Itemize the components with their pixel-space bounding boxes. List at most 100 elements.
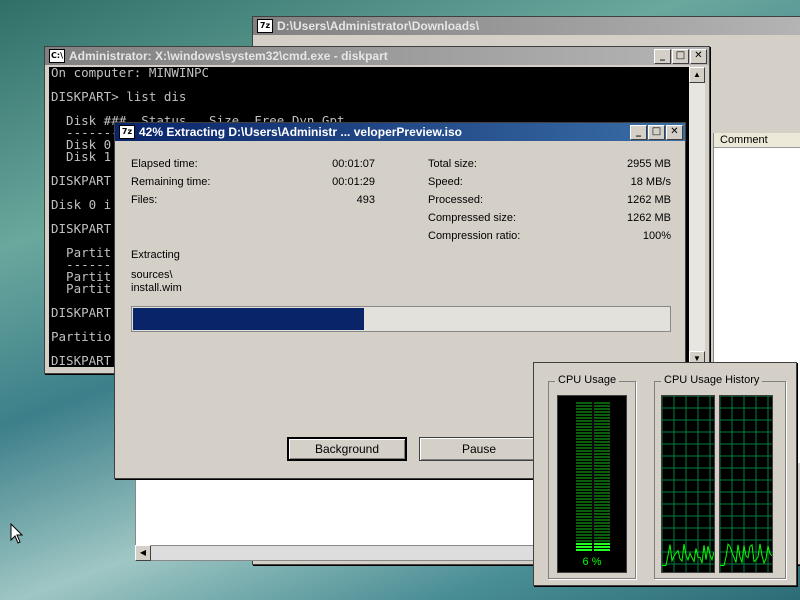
cpu-meter-segment <box>576 459 592 461</box>
pause-button[interactable]: Pause <box>419 437 539 461</box>
cpu-meter-segment <box>576 402 592 404</box>
cpu-meter-segment <box>594 456 610 458</box>
current-path: sources\ <box>131 269 173 281</box>
cpu-meter-segment <box>576 429 592 431</box>
cpu-history-line <box>720 542 772 566</box>
cpu-meter-segment <box>576 537 592 539</box>
cpu-meter-segment <box>576 423 592 425</box>
progress-fill <box>133 308 365 330</box>
cpu-meter-segment <box>576 465 592 467</box>
mouse-cursor-icon <box>10 523 24 544</box>
cpu-meter-segment <box>576 417 592 419</box>
cpu-meter-segment <box>576 441 592 443</box>
cpu-meter-segment <box>594 423 610 425</box>
cpu-meter-column <box>594 402 610 552</box>
cpu-meter-segment <box>594 402 610 404</box>
progress-bar <box>131 306 671 332</box>
cpu-meter-column <box>576 402 592 552</box>
cpu-meter-segment <box>594 510 610 512</box>
comment-column-header[interactable]: Comment <box>714 133 800 148</box>
cpu-meter-segment <box>594 405 610 407</box>
cpu-meter-segment <box>594 420 610 422</box>
maximize-button[interactable]: □ <box>672 48 689 64</box>
cpu-meter-segment <box>576 432 592 434</box>
cmd-vertical-scrollbar[interactable]: ▲ ▼ <box>689 67 705 367</box>
cpu-meter-segment <box>594 477 610 479</box>
minimize-button[interactable]: _ <box>630 124 647 140</box>
cpu-meter-segment <box>594 450 610 452</box>
cpu-history-label: CPU Usage History <box>661 374 763 386</box>
cpu-meter-segment <box>576 414 592 416</box>
cpu-meter-segment <box>576 507 592 509</box>
cpu-meter-segment <box>576 534 592 536</box>
cpu-history-line <box>662 543 714 566</box>
files-label: Files: <box>131 194 158 206</box>
explorer-lower-pane[interactable] <box>135 477 537 547</box>
cpu-meter-segment <box>594 459 610 461</box>
remaining-time-label: Remaining time: <box>131 176 211 188</box>
cpu-meter-segment <box>594 462 610 464</box>
cpu-meter-segment <box>594 426 610 428</box>
cpu-meter-segment <box>576 525 592 527</box>
elapsed-time-label: Elapsed time: <box>131 158 198 170</box>
cpu-meter-segment <box>576 546 592 548</box>
maximize-button[interactable]: □ <box>648 124 665 140</box>
processed-value: 1262 MB <box>626 194 671 206</box>
cpu-meter-segment <box>576 453 592 455</box>
extract-title: 42% Extracting D:\Users\Administr ... ve… <box>139 125 463 139</box>
cpu-meter-segment <box>576 468 592 470</box>
scroll-up-icon[interactable]: ▲ <box>689 67 705 83</box>
cpu-meter-segment <box>594 498 610 500</box>
7zip-icon: 7z <box>119 125 135 139</box>
close-button[interactable]: ✕ <box>666 124 683 140</box>
explorer-horizontal-scrollbar[interactable]: ◀ <box>135 545 537 561</box>
console-line: DISKPART> list dis <box>51 89 187 104</box>
cpu-meter-segment <box>594 453 610 455</box>
total-size-label: Total size: <box>428 158 477 170</box>
cpu-meter-segment <box>576 480 592 482</box>
close-button[interactable]: ✕ <box>690 48 707 64</box>
minimize-button[interactable]: _ <box>654 48 671 64</box>
cpu-meter-segment <box>576 549 592 551</box>
task-manager-performance[interactable]: CPU Usage 6 % CPU Usage History <box>533 362 797 586</box>
remaining-time-value: 00:01:29 <box>332 176 375 188</box>
7zip-icon: 7z <box>257 19 273 33</box>
cpu-meter-segment <box>594 444 610 446</box>
speed-value: 18 MB/s <box>630 176 671 188</box>
background-button[interactable]: Background <box>287 437 407 461</box>
current-file: install.wim <box>131 282 182 294</box>
cpu-usage-group: CPU Usage 6 % <box>548 374 636 579</box>
processed-label: Processed: <box>428 194 484 206</box>
cpu-meter-segment <box>594 429 610 431</box>
cpu-meter-segment <box>594 516 610 518</box>
cpu-meter-segment <box>594 492 610 494</box>
explorer-titlebar[interactable]: 7z D:\Users\Administrator\Downloads\ <box>253 17 800 35</box>
compression-ratio-value: 100% <box>642 230 671 242</box>
cpu-meter-segment <box>594 480 610 482</box>
cpu-meter-segment <box>594 513 610 515</box>
cpu-meter-segment <box>576 471 592 473</box>
cpu-meter-segment <box>576 522 592 524</box>
cmd-titlebar[interactable]: C:\ Administrator: X:\windows\system32\c… <box>45 47 709 65</box>
cpu-meter-segment <box>576 420 592 422</box>
cpu-meter-segment <box>594 540 610 542</box>
cpu-meter-segment <box>594 546 610 548</box>
cpu-meter-segment <box>594 468 610 470</box>
cpu-meter-segment <box>594 408 610 410</box>
cpu-meter-segment <box>594 489 610 491</box>
cpu-meter-segment <box>594 522 610 524</box>
cpu-meter-segment <box>576 504 592 506</box>
console-line: On computer: MINWINPC <box>51 67 210 80</box>
cpu-meter-segment <box>594 483 610 485</box>
cpu-meter-segment <box>594 417 610 419</box>
cpu-meter-segment <box>576 450 592 452</box>
cpu-meter-segment <box>576 531 592 533</box>
speed-label: Speed: <box>428 176 463 188</box>
cpu-meter-segment <box>594 411 610 413</box>
cpu-meter-segment <box>594 501 610 503</box>
cpu-meter-segment <box>576 411 592 413</box>
scroll-left-icon[interactable]: ◀ <box>135 545 151 561</box>
cmd-icon: C:\ <box>49 49 65 63</box>
cpu-meter-segment <box>594 486 610 488</box>
extract-titlebar[interactable]: 7z 42% Extracting D:\Users\Administr ...… <box>115 123 685 141</box>
